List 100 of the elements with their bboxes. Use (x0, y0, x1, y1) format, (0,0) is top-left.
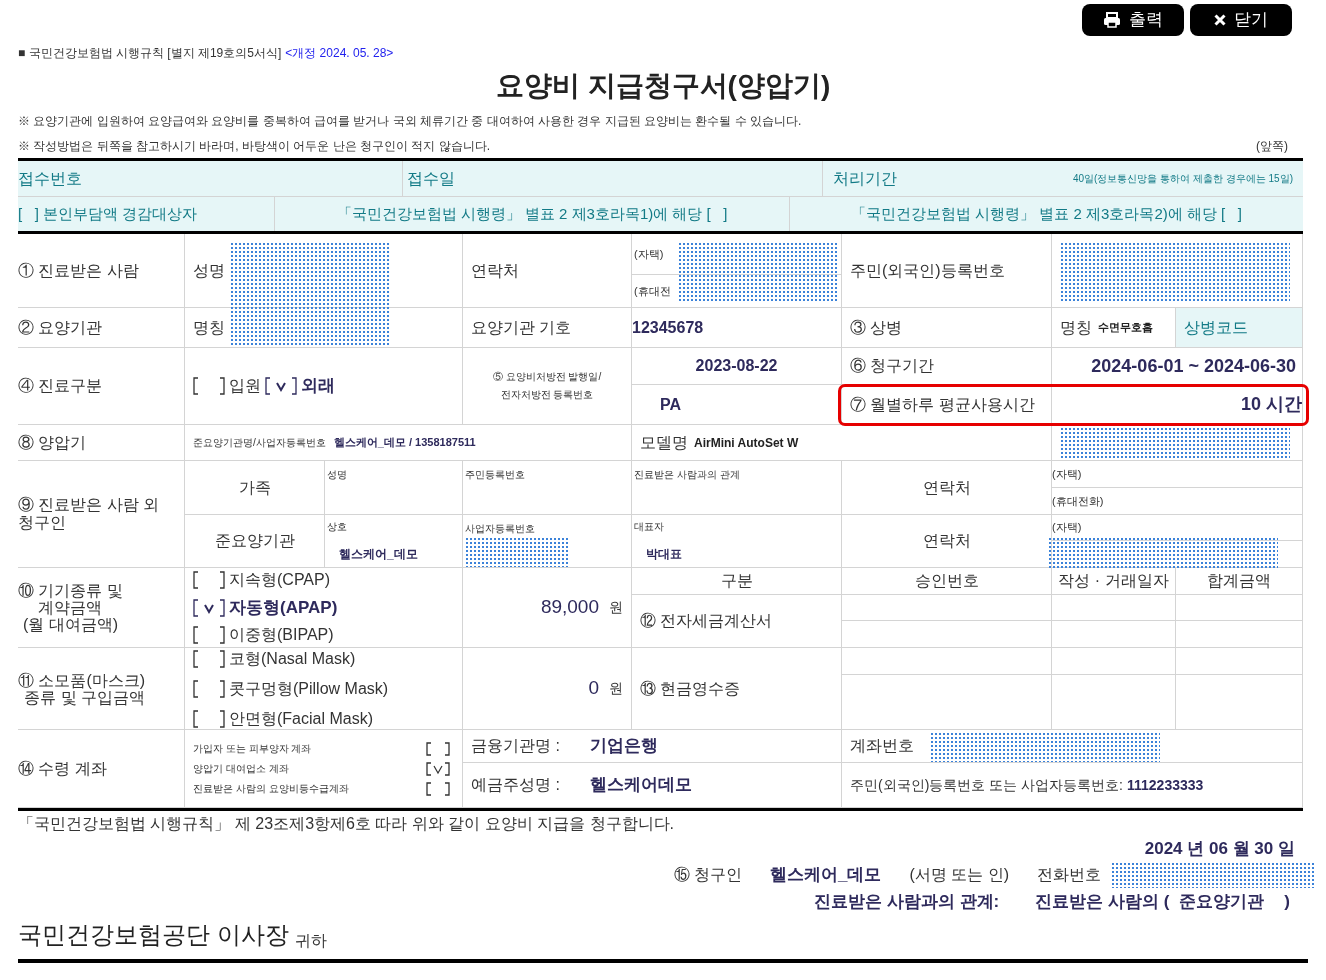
checkbox[interactable] (265, 377, 297, 395)
checkbox[interactable] (193, 570, 225, 589)
field-label: 요양기관 기호 (471, 317, 572, 338)
column-header: 구분 (720, 571, 753, 591)
recipient-name: 국민건강보험공단 이사장 (18, 920, 289, 950)
checkbox[interactable] (426, 741, 450, 756)
field-label: ⑤ 요양비처방전 발행일/ 전자처방전 등록번호 (492, 370, 602, 402)
field-label: ⑮ 청구인 (673, 865, 742, 885)
checkbox[interactable] (426, 781, 450, 796)
field-value: 기업은행 (589, 735, 658, 758)
field-value: 수면무호흡 (1098, 320, 1153, 336)
field-value: PA (660, 394, 682, 415)
field-value: 헬스케어데모 (589, 774, 692, 797)
currency-unit: 원 (609, 679, 623, 698)
section-label: ⑥ 청구기간 (850, 356, 935, 376)
option-label: 양압기 대여업소 계좌 (193, 762, 289, 776)
section-label: ③ 상병 (850, 317, 903, 338)
field-label: 가족 (238, 477, 271, 498)
field-label: ) (1284, 891, 1290, 914)
field-label: 진료받은 사람과의 관계: (814, 891, 1000, 914)
field-label: 처리기간 (833, 168, 897, 189)
sub-label: (휴대전화) (1052, 493, 1104, 509)
field-label: 접수번호 (18, 168, 82, 189)
checkbox[interactable] (193, 626, 225, 645)
field-label: 금융기관명 : (471, 736, 560, 756)
section-label: ⑭ 수령 계좌 (18, 758, 107, 779)
section-label: ⑪ 소모품(마스크) 종류 및 구입금액 (18, 671, 146, 706)
currency-unit: 원 (609, 598, 623, 617)
option-label: 진료받은 사람의 요양비등수급계좌 (193, 782, 349, 796)
field-value: AirMini AutoSet W (694, 434, 799, 452)
sub-label: 대표자 (634, 520, 664, 534)
close-button[interactable]: 닫기 (1190, 4, 1292, 36)
field-label: 예금주성명 : (471, 775, 560, 795)
option-label: 외래 (301, 375, 335, 398)
field-value: 2024-06-01 ~ 2024-06-30 (1091, 354, 1296, 378)
claim-date: 2024 년 06 월 30 일 (1144, 838, 1295, 861)
field-label: 접수일 (407, 168, 455, 189)
section-label: ⑨ 진료받은 사람 외 청구인 (18, 496, 160, 532)
field-label: 성명 (193, 260, 225, 281)
sub-label: 주민등록번호 (465, 468, 525, 482)
sub-label: (자택) (1052, 520, 1082, 536)
option-label: 콧구멍형(Pillow Mask) (229, 678, 389, 699)
notice-text: ※ 요양기관에 입원하여 요양급여와 요양비를 중복하여 급여를 받거나 국외 체류기간 중 대여하여 사용한 경우 지급된 요양비는 환수될 수 있습니다. (18, 113, 802, 130)
revision-link[interactable]: <개정 2024. 05. 28> (285, 44, 394, 62)
row-label: ⑬ 현금영수증 (640, 678, 741, 699)
section-label: ⑦ 월별하루 평균사용시간 (850, 394, 1035, 415)
field-value: 2023-08-22 (695, 356, 778, 376)
option-label: 지속형(CPAP) (229, 569, 331, 590)
field-value: 헬스케어_데모 (770, 864, 882, 887)
form-title: 요양비 지급청구서(양압기) (495, 69, 831, 103)
field-value: 박대표 (645, 546, 682, 563)
field-label: (서명 또는 인) (909, 865, 1009, 885)
field-label: 전화번호 (1037, 865, 1101, 885)
checkbox[interactable] (193, 709, 225, 728)
honorific: 귀하 (294, 931, 327, 951)
field-label: 연락처 (922, 531, 971, 551)
option-label: 안면형(Facial Mask) (229, 708, 373, 729)
field-label: 준요양기관 (214, 531, 295, 551)
field-value: 1112233333 (1127, 775, 1204, 795)
field-label: 모델명 (640, 432, 688, 453)
field-value: 12345678 (632, 317, 704, 338)
printer-icon (1103, 12, 1121, 28)
field-label: 상병코드 (1184, 317, 1248, 338)
print-button[interactable]: 출력 (1082, 4, 1184, 36)
section-label: ① 진료받은 사람 (18, 260, 139, 281)
field-value: 헬스케어_데모 / 1358187511 (333, 435, 476, 451)
sub-label: 사업자등록번호 (465, 522, 535, 536)
page-side-label: (앞쪽) (1256, 138, 1288, 155)
close-icon (1214, 14, 1226, 26)
field-label: 「국민건강보험법 시행령」 별표 2 제3호라목1)에 해당 [ ] (336, 203, 728, 224)
checkbox[interactable] (193, 377, 225, 395)
row-label: ⑫ 전자세금계산서 (640, 611, 773, 631)
amount-value: 89,000 (540, 595, 599, 620)
field-label: [ ] 본인부담액 경감대상자 (18, 203, 198, 224)
sub-label: (휴대전 (634, 283, 671, 299)
option-label: 코형(Nasal Mask) (229, 648, 356, 669)
option-label: 이중형(BIPAP) (229, 625, 334, 646)
field-label: 준요양기관명/사업자등록번호 (193, 436, 326, 450)
sub-label: (자택) (634, 246, 664, 262)
field-label: 명칭 (1060, 317, 1092, 338)
checkbox[interactable] (193, 679, 225, 698)
column-header: 작성 · 거래일자 (1058, 571, 1169, 591)
section-label: ② 요양기관 (18, 317, 103, 338)
field-label: 계좌번호 (850, 736, 914, 756)
column-header: 승인번호 (914, 571, 979, 591)
field-label: 진료받은 사람의 ( (1035, 891, 1170, 914)
checkbox[interactable] (193, 649, 225, 668)
section-label: ④ 진료구분 (18, 376, 103, 396)
field-label: 주민(외국인)등록번호 (850, 260, 1005, 281)
field-label: 연락처 (922, 477, 971, 498)
field-label: 연락처 (471, 260, 519, 281)
field-value: 헬스케어_데모 (338, 546, 418, 563)
processing-period: 40일(정보통신망을 통하여 제출한 경우에는 15일) (1072, 172, 1293, 186)
option-label: 가입자 또는 피부양자 계좌 (193, 742, 312, 756)
notice-text: ※ 작성방법은 뒤쪽을 참고하시기 바라며, 바탕색이 어두운 난은 청구인이 적지 않습니다. (18, 138, 490, 155)
sub-label: 성명 (327, 468, 347, 482)
field-value: 10 시간 (1240, 393, 1302, 416)
checkbox[interactable] (426, 761, 450, 776)
checkbox[interactable] (193, 598, 225, 617)
field-label: 명칭 (193, 317, 225, 338)
